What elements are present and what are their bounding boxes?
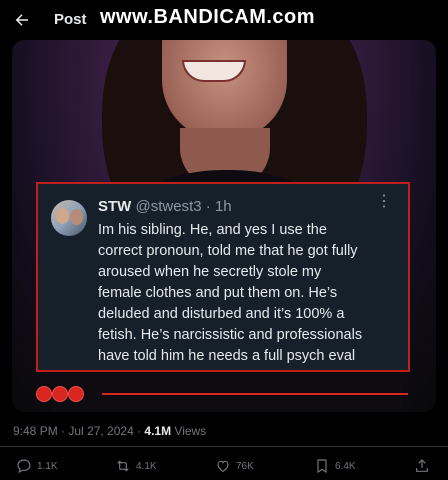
post-meta: 9:48 PM · Jul 27, 2024 · 4.1M Views: [13, 424, 206, 438]
chat-bubble-icon: [17, 459, 31, 474]
bookmark-button[interactable]: 6.4K: [314, 456, 356, 476]
divider: [0, 446, 448, 447]
avatar: [51, 200, 87, 236]
embedded-tweet: STW @stwest3 · 1h ⋮ Im his sibling. He, …: [36, 182, 410, 372]
top-bar: Post www.BANDICAM.com: [0, 0, 448, 40]
media-player-controls: [36, 384, 416, 406]
view-count: 4.1M: [144, 424, 172, 438]
share-icon: [416, 459, 428, 472]
progress-line[interactable]: [102, 393, 408, 395]
embedded-tweet-header: STW @stwest3 · 1h: [98, 198, 232, 215]
page-title: Post: [54, 11, 87, 28]
back-arrow-icon: [15, 14, 28, 26]
embedded-tweet-text: Im his sibling. He, and yes I use the co…: [98, 220, 398, 367]
author-name: STW: [98, 198, 132, 215]
post-timestamp[interactable]: 9:48 PM · Jul 27, 2024 ·: [13, 424, 144, 438]
repost-icon: [117, 460, 129, 472]
tweet-line: aroused when he secretly stole my: [98, 264, 322, 280]
control-dot-1[interactable]: [36, 386, 52, 402]
tweet-line: female clothes and put them on. He’s: [98, 285, 338, 301]
reply-button[interactable]: 1.1K: [16, 456, 58, 476]
tweet-line: have told him he needs a full psych eval: [98, 348, 356, 364]
more-options-icon: ⋮: [376, 193, 392, 210]
bookmark-icon: [317, 459, 327, 474]
control-dot-3[interactable]: [68, 386, 84, 402]
repost-count: 4.1K: [136, 460, 157, 472]
reply-count: 1.1K: [37, 460, 58, 472]
tweet-line: deluded and disturbed and it’s 100% a: [98, 306, 345, 322]
views-label: Views: [171, 424, 207, 438]
watermark: www.BANDICAM.com: [100, 6, 316, 28]
like-count: 76K: [236, 460, 254, 472]
like-button[interactable]: 76K: [215, 456, 254, 476]
repost-button[interactable]: 4.1K: [115, 456, 157, 476]
bookmark-count: 6.4K: [335, 460, 356, 472]
heart-icon: [217, 460, 229, 473]
author-handle: @stwest3: [135, 198, 202, 215]
time-separator: ·: [205, 198, 211, 215]
action-bar: 1.1K 4.1K 76K 6.4K: [0, 456, 448, 480]
control-dot-2[interactable]: [52, 386, 68, 402]
tweet-line: Im his sibling. He, and yes I use the: [98, 222, 327, 238]
tweet-line: correct pronoun, told me that he got ful…: [98, 243, 358, 259]
post-media-image[interactable]: STW @stwest3 · 1h ⋮ Im his sibling. He, …: [12, 40, 436, 412]
share-button[interactable]: [414, 456, 430, 476]
back-button[interactable]: [10, 8, 34, 32]
tweet-line: fetish. He’s narcissistic and profession…: [98, 327, 363, 343]
post-time: 1h: [214, 198, 232, 215]
